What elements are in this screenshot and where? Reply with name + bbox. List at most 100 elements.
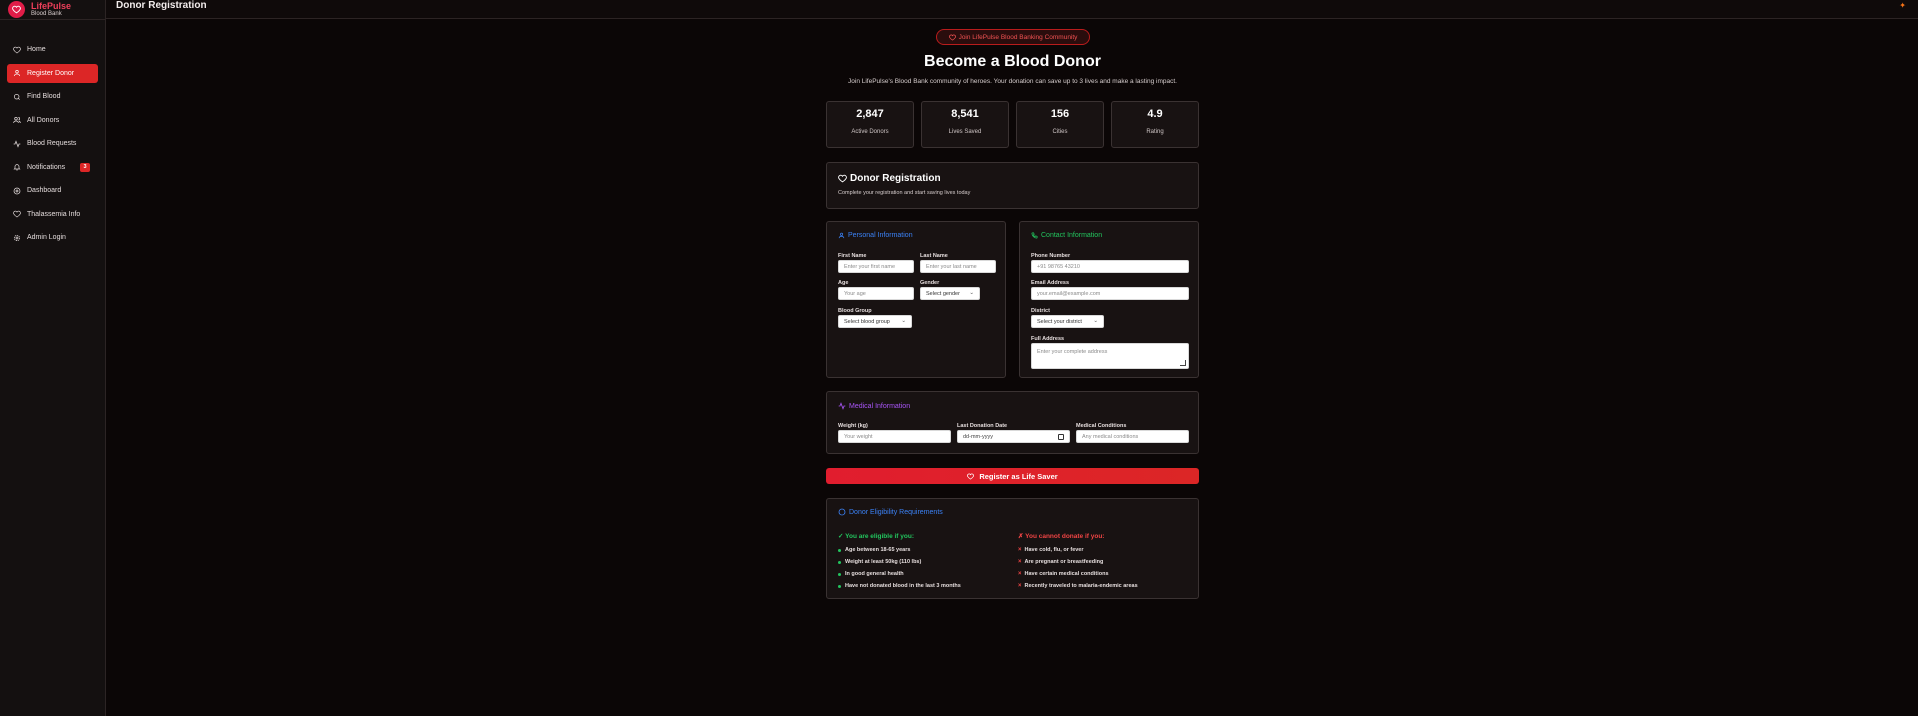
sidebar-item-thalassemia-info[interactable]: Thalassemia Info <box>7 205 98 224</box>
stat-value: 156 <box>1050 108 1070 120</box>
sidebar-item-admin-login[interactable]: Admin Login <box>7 228 98 247</box>
address-placeholder: Enter your complete address <box>1037 349 1108 355</box>
calendar-icon[interactable] <box>1058 434 1064 440</box>
list-item: Weight at least 50kg (110 lbs) <box>838 556 961 568</box>
list-item: In good general health <box>838 568 961 580</box>
sidebar-item-label: Notifications <box>27 163 66 171</box>
stat-label: Cities <box>1052 129 1068 135</box>
community-badge: Join LifePulse Blood Banking Community <box>936 29 1090 45</box>
x-mark-icon: × <box>1018 571 1022 577</box>
district-select-value: Select your district <box>1037 318 1082 325</box>
sidebar-item-label: Thalassemia Info <box>27 210 81 218</box>
sidebar-item-label: Admin Login <box>27 234 66 241</box>
register-button[interactable]: Register as Life Saver <box>826 468 1199 484</box>
stat-card-lives-saved: 8,541 Lives Saved <box>921 101 1009 148</box>
weight-input[interactable]: Your weight <box>838 430 951 443</box>
eligibility-title-text: Donor Eligibility Requirements <box>849 508 943 516</box>
first-name-input[interactable]: Enter your first name <box>838 260 914 273</box>
email-input[interactable]: your.email@example.com <box>1031 287 1189 300</box>
x-mark-icon: × <box>1018 559 1022 565</box>
theme-toggle-icon[interactable]: ✦ <box>1899 1 1906 10</box>
eligible-heading: ✓ You are eligible if you: <box>838 533 914 540</box>
stat-card-rating: 4.9 Rating <box>1111 101 1199 148</box>
sidebar-item-register-donor[interactable]: Register Donor <box>7 63 98 83</box>
personal-info-title-text: Personal Information <box>848 232 913 239</box>
last-name-label: Last Name <box>920 253 948 259</box>
registration-title-text: Donor Registration <box>850 173 941 184</box>
stats-row: 2,847 Active Donors 8,541 Lives Saved 15… <box>826 101 1199 148</box>
sidebar-item-label: Find Blood <box>27 93 61 100</box>
stat-value: 2,847 <box>856 108 884 120</box>
eligible-text: In good general health <box>845 571 904 577</box>
register-button-label: Register as Life Saver <box>979 471 1058 481</box>
last-name-input[interactable]: Enter your last name <box>920 260 996 273</box>
sidebar-item-find-blood[interactable]: Find Blood <box>7 87 98 106</box>
eligibility-title: Donor Eligibility Requirements <box>838 508 943 516</box>
sidebar-item-home[interactable]: Home <box>7 40 98 59</box>
age-input[interactable]: Your age <box>838 287 914 300</box>
sidebar-item-dashboard[interactable]: Dashboard <box>7 181 98 200</box>
not-eligible-text: Recently traveled to malaria-endemic are… <box>1024 583 1138 589</box>
medical-conditions-input[interactable]: Any medical conditions <box>1076 430 1189 443</box>
sidebar-nav: Home Register Donor Find Blood All Donor… <box>0 20 105 247</box>
gender-select[interactable]: Select gender ⌄ <box>920 287 980 300</box>
sidebar-item-blood-requests[interactable]: Blood Requests <box>7 134 98 153</box>
last-donation-label: Last Donation Date <box>957 423 1008 429</box>
phone-icon <box>1031 232 1038 239</box>
sidebar-item-notifications[interactable]: Notifications 3 <box>7 158 98 177</box>
not-eligible-text: Have certain medical conditions <box>1024 571 1109 577</box>
sidebar-item-label: Dashboard <box>27 187 62 194</box>
heart-icon <box>838 174 847 183</box>
activity-icon <box>13 139 21 148</box>
bell-icon <box>13 164 21 171</box>
registration-subtitle: Complete your registration and start sav… <box>838 190 971 196</box>
sidebar-item-label: Home <box>27 46 46 53</box>
bullet-dot-icon <box>838 572 841 576</box>
eligibility-card: Donor Eligibility Requirements ✓ You are… <box>826 498 1199 599</box>
stat-card-active-donors: 2,847 Active Donors <box>826 101 914 148</box>
list-item: × Are pregnant or breastfeeding <box>1018 556 1138 568</box>
registration-title: Donor Registration <box>838 173 941 184</box>
sidebar-item-all-donors[interactable]: All Donors <box>7 111 98 130</box>
brand-name: LifePulse <box>31 1 72 11</box>
district-label: District <box>1031 308 1050 314</box>
district-select[interactable]: Select your district ⌄ <box>1031 315 1104 328</box>
bullet-dot-icon <box>838 584 841 588</box>
chevron-down-icon: ⌄ <box>969 290 974 296</box>
brand-subtitle: Blood Bank <box>31 11 62 17</box>
last-donation-date-input[interactable]: dd-mm-yyyy <box>957 430 1070 443</box>
activity-icon <box>838 402 846 410</box>
blood-group-select[interactable]: Select blood group ⌄ <box>838 315 912 328</box>
weight-label: Weight (kg) <box>838 423 868 429</box>
medical-info-title-text: Medical Information <box>849 402 911 410</box>
dashboard-icon <box>13 187 21 194</box>
eligible-text: Age between 18-65 years <box>845 547 911 553</box>
settings-icon <box>13 234 21 241</box>
search-icon <box>13 93 20 100</box>
resize-handle-icon[interactable] <box>1180 360 1186 366</box>
heart-icon <box>948 34 956 41</box>
bullet-dot-icon <box>838 548 841 552</box>
stat-value: 4.9 <box>1147 108 1163 120</box>
stat-label: Rating <box>1146 129 1164 135</box>
sidebar-item-label: Blood Requests <box>27 140 77 147</box>
hero-title: Become a Blood Donor <box>924 53 1101 70</box>
sidebar: LifePulse Blood Bank Home Register Donor… <box>0 0 106 716</box>
shield-icon <box>838 508 846 516</box>
brand[interactable]: LifePulse Blood Bank <box>0 0 105 20</box>
x-mark-icon: × <box>1018 583 1022 589</box>
list-item: Have not donated blood in the last 3 mon… <box>838 580 961 592</box>
address-textarea[interactable]: Enter your complete address <box>1031 343 1189 369</box>
phone-input[interactable]: +91 98765 43210 <box>1031 260 1189 273</box>
hero-subtitle: Join LifePulse's Blood Bank community of… <box>848 78 1177 85</box>
contact-info-title-text: Contact Information <box>1041 232 1103 239</box>
page-title: Donor Registration <box>116 0 207 11</box>
stat-label: Active Donors <box>851 129 889 135</box>
chevron-down-icon: ⌄ <box>901 318 906 324</box>
heart-icon <box>13 46 21 53</box>
eligible-text: Weight at least 50kg (110 lbs) <box>845 559 922 565</box>
contact-info-title: Contact Information <box>1031 232 1102 239</box>
blood-group-select-value: Select blood group <box>844 318 890 325</box>
personal-info-card: Personal Information First Name Enter yo… <box>826 221 1006 378</box>
stat-value: 8,541 <box>951 108 979 120</box>
